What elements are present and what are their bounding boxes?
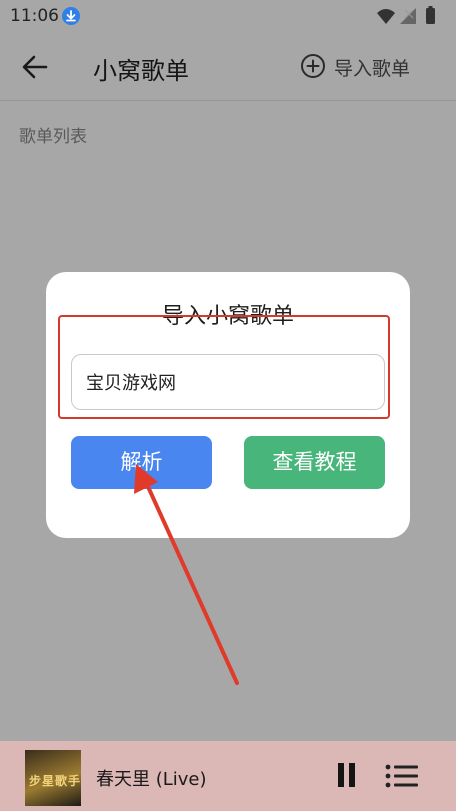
battery-icon — [426, 6, 435, 24]
add-circle-icon — [300, 53, 326, 79]
import-dialog: 导入小窝歌单 解析 查看教程 — [46, 272, 410, 538]
album-cover-text: 步星歌手 — [29, 774, 82, 788]
import-playlist-button[interactable]: 导入歌单 — [300, 51, 418, 83]
now-playing-title: 春天里 (Live) — [96, 769, 207, 790]
page-title: 小窝歌单 — [93, 57, 189, 85]
import-playlist-label: 导入歌单 — [334, 58, 411, 80]
app-bar-divider — [0, 100, 456, 101]
view-tutorial-button[interactable]: 查看教程 — [244, 436, 385, 489]
pause-icon[interactable] — [337, 762, 357, 788]
section-label: 歌单列表 — [19, 127, 87, 147]
signal-icon — [400, 8, 416, 24]
download-icon — [62, 7, 80, 25]
album-cover[interactable]: 步星歌手 — [25, 750, 81, 806]
status-time: 11:06 — [10, 6, 59, 26]
playlist-url-input[interactable] — [71, 354, 385, 410]
back-arrow-icon[interactable] — [22, 54, 48, 80]
parse-button[interactable]: 解析 — [71, 436, 212, 489]
wifi-icon — [377, 9, 395, 24]
playlist-icon[interactable] — [385, 763, 419, 789]
status-bar: 11:06 — [0, 0, 456, 34]
app-bar: 小窝歌单 导入歌单 — [0, 34, 456, 100]
system-status-icons — [376, 6, 440, 26]
mini-player[interactable]: 步星歌手 春天里 (Live) — [0, 741, 456, 811]
